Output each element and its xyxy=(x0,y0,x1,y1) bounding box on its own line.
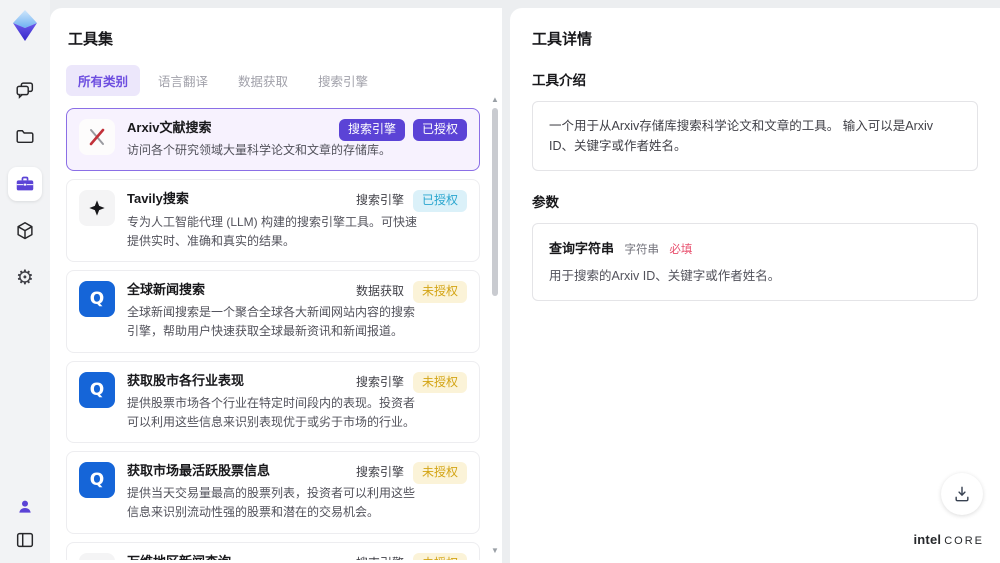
news-q-icon: Q xyxy=(79,280,115,317)
sidebar: ⚙ xyxy=(0,0,50,563)
brand-intel-text: intel xyxy=(913,532,942,547)
tool-list-panel: 工具集 所有类别 语言翻译 数据获取 搜索引擎 Arxiv文献搜索 访问各个研究… xyxy=(50,8,502,563)
intel-core-logo: intel core xyxy=(913,532,984,547)
auth-badge: 未授权 xyxy=(412,552,467,560)
tool-card-regional-news[interactable]: 万维地区新闻查询 查询具体行政区划内的新闻，快速了解各地新闻动 搜索引擎 未授权 xyxy=(66,541,480,560)
tool-card-active-stocks[interactable]: Q 获取市场最活跃股票信息 提供当天交易量最高的股票列表，投资者可以利用这些信息… xyxy=(66,451,480,534)
building-icon xyxy=(79,552,115,560)
category-label: 搜索引擎 xyxy=(355,374,404,389)
tool-card-arxiv[interactable]: Arxiv文献搜索 访问各个研究领域大量科学论文和文章的存储库。 搜索引擎 已授… xyxy=(66,108,480,172)
app-logo-icon[interactable] xyxy=(10,9,40,43)
scroll-up-arrow[interactable]: ▲ xyxy=(490,96,500,104)
category-tabs: 所有类别 语言翻译 数据获取 搜索引擎 xyxy=(66,65,488,96)
category-label: 数据获取 xyxy=(355,283,404,298)
param-name: 查询字符串 xyxy=(549,241,615,256)
brand-core-text: core xyxy=(944,535,984,547)
panel-toggle-icon[interactable] xyxy=(14,529,36,551)
intro-text: 一个用于从Arxiv存储库搜索科学论文和文章的工具。 输入可以是Arxiv ID… xyxy=(549,119,934,153)
chat-icon[interactable] xyxy=(14,79,36,101)
settings-gear-icon[interactable]: ⚙ xyxy=(14,267,36,289)
app-window: ⚙ 工具集 所有类别 语言翻译 数据获取 搜索引擎 Arxiv文献搜索 访问各个… xyxy=(0,0,1000,563)
auth-badge: 未授权 xyxy=(412,280,467,303)
tab-data-fetch[interactable]: 数据获取 xyxy=(226,65,300,96)
auth-badge: 未授权 xyxy=(412,462,467,484)
intro-box: 一个用于从Arxiv存储库搜索科学论文和文章的工具。 输入可以是Arxiv ID… xyxy=(532,101,978,171)
category-label: 搜索引擎 xyxy=(355,465,404,480)
tool-description: 全球新闻搜索是一个聚合全球各大新闻网站内容的搜索引擎，帮助用户快速获取全球最新资… xyxy=(127,305,416,339)
tab-language-translation[interactable]: 语言翻译 xyxy=(146,65,220,96)
folder-icon[interactable] xyxy=(14,126,36,148)
tool-card-global-news[interactable]: Q 全球新闻搜索 全球新闻搜索是一个聚合全球各大新闻网站内容的搜索引擎，帮助用户… xyxy=(66,269,480,353)
auth-badge: 已授权 xyxy=(412,119,467,141)
sidebar-bottom xyxy=(14,496,36,551)
params-heading: 参数 xyxy=(532,195,559,210)
param-box: 查询字符串 字符串 必填 用于搜索的Arxiv ID、关键字或作者姓名。 xyxy=(532,223,978,301)
tool-description: 提供股票市场各个行业在特定时间段内的表现。投资者可以利用这些信息来识别表现优于或… xyxy=(127,395,416,429)
auth-badge: 未授权 xyxy=(412,371,467,394)
tavily-star-icon xyxy=(79,190,115,227)
scroll-down-arrow[interactable]: ▼ xyxy=(490,547,500,555)
scrollbar-thumb[interactable] xyxy=(492,108,498,296)
category-label: 搜索引擎 xyxy=(355,193,404,208)
user-avatar-icon[interactable] xyxy=(14,496,36,518)
tool-card-sector-performance[interactable]: Q 获取股市各行业表现 提供股票市场各个行业在特定时间段内的表现。投资者可以利用… xyxy=(66,360,480,444)
auth-badge: 已授权 xyxy=(412,190,467,212)
detail-title: 工具详情 xyxy=(532,31,593,48)
tool-list: Arxiv文献搜索 访问各个研究领域大量科学论文和文章的存储库。 搜索引擎 已授… xyxy=(66,108,488,560)
toolbox-icon-active[interactable] xyxy=(8,167,42,201)
page-title: 工具集 xyxy=(68,31,114,48)
tool-detail-panel: 工具详情 工具介绍 一个用于从Arxiv存储库搜索科学论文和文章的工具。 输入可… xyxy=(510,8,1000,563)
param-required-badge: 必填 xyxy=(669,244,693,256)
tab-all-categories[interactable]: 所有类别 xyxy=(66,65,141,96)
tool-description: 访问各个研究领域大量科学论文和文章的存储库。 xyxy=(127,143,392,158)
param-description: 用于搜索的Arxiv ID、关键字或作者姓名。 xyxy=(549,269,781,283)
category-badge: 搜索引擎 xyxy=(338,119,405,141)
stock-q-icon: Q xyxy=(79,462,115,499)
category-label: 搜索引擎 xyxy=(355,553,405,560)
tool-description: 专为人工智能代理 (LLM) 构建的搜索引擎工具。可快速提供实时、准确和真实的结… xyxy=(127,214,418,248)
stock-q-icon: Q xyxy=(79,371,115,408)
list-scrollbar[interactable]: ▲ ▼ xyxy=(490,96,500,555)
tab-search-engine[interactable]: 搜索引擎 xyxy=(306,65,380,96)
tool-card-tavily[interactable]: Tavily搜索 专为人工智能代理 (LLM) 构建的搜索引擎工具。可快速提供实… xyxy=(66,179,480,262)
tool-description: 提供当天交易量最高的股票列表，投资者可以利用这些信息来识别流动性强的股票和潜在的… xyxy=(127,486,416,520)
intro-heading: 工具介绍 xyxy=(532,73,586,88)
sidebar-nav: ⚙ xyxy=(8,79,42,289)
param-type: 字符串 xyxy=(624,244,659,256)
param-header: 查询字符串 字符串 必填 xyxy=(549,238,961,258)
download-button[interactable] xyxy=(941,473,983,515)
cube-icon[interactable] xyxy=(14,220,36,242)
arxiv-icon xyxy=(79,119,115,155)
download-icon xyxy=(955,486,969,502)
